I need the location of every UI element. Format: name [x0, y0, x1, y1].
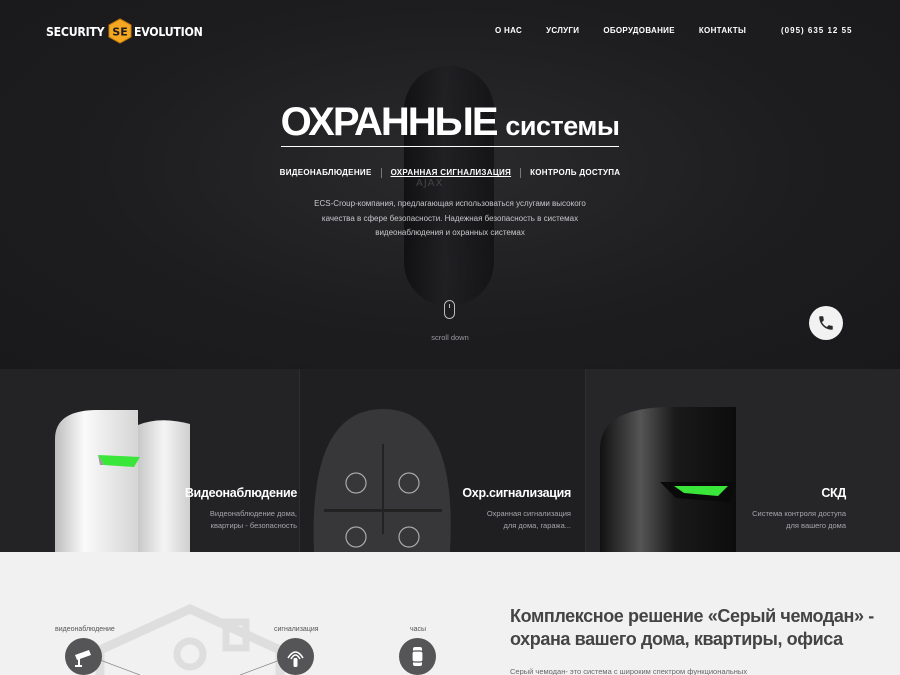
tab-alarm[interactable]: ОХРАННАЯ СИГНАЛИЗАЦИЯ — [382, 168, 520, 177]
card-access-title: СКД — [821, 486, 846, 500]
logo-text-left: SECURITY — [46, 23, 105, 39]
hero-title: ОХРАННЫЕ системы — [0, 100, 900, 147]
hero-title-light: системы — [505, 111, 620, 141]
card-video-title: Видеонаблюдение — [184, 486, 297, 500]
hero-desc-line-1: ECS-Croup-компания, предлагающая использ… — [314, 199, 586, 208]
complex-solution-text: Серый чемодан- это система с широким спе… — [510, 667, 748, 675]
card-video-desc: Видеонаблюдение дома, квартиры - безопас… — [210, 508, 297, 532]
feature-watch[interactable] — [399, 638, 436, 675]
card-access-desc-2: для вашего дома — [786, 521, 846, 530]
complex-solution-title: Комплексное решение «Серый чемодан» - ох… — [510, 605, 874, 651]
feature-label-alarm: сигнализация — [274, 626, 319, 633]
nav-about[interactable]: О НАС — [495, 26, 522, 35]
call-button[interactable] — [809, 306, 843, 340]
tab-video[interactable]: ВИДЕОНАБЛЮДЕНИЕ — [271, 168, 381, 177]
nav-services[interactable]: УСЛУГИ — [546, 26, 579, 35]
card-alarm-desc-2: для дома, гаража... — [503, 521, 571, 530]
signal-icon — [287, 651, 304, 667]
feature-video[interactable] — [65, 638, 102, 675]
tab-access[interactable]: КОНТРОЛЬ ДОСТУПА — [521, 168, 629, 177]
card-access[interactable]: СКД Система контроля доступа для вашего … — [586, 369, 900, 552]
services-cards: Видеонаблюдение Видеонаблюдение дома, кв… — [0, 369, 900, 552]
header-phone-link[interactable]: (095) 635 12 55 — [781, 26, 853, 35]
hero-description: ECS-Croup-компания, предлагающая использ… — [310, 197, 590, 241]
hero-title-bold: ОХРАННЫЕ — [280, 100, 499, 144]
phone-icon — [819, 316, 833, 330]
hero-desc-line-2: качества в сфере безопасности. Надежная … — [321, 213, 579, 223]
card-video-desc-2: квартиры - безопасность — [210, 521, 297, 530]
card-alarm-desc: Охранная сигнализация для дома, гаража..… — [487, 508, 571, 532]
logo[interactable]: SECURITY SE EVOLUTION — [46, 18, 212, 44]
complex-title-line-2: охрана вашего дома, квартиры, офиса — [510, 629, 843, 649]
card-video[interactable]: Видеонаблюдение Видеонаблюдение дома, кв… — [0, 369, 300, 552]
door-sensor-black-image — [600, 407, 736, 552]
logo-text-right: EVOLUTION — [134, 23, 203, 39]
complex-solution-section: видеонаблюдение сигнализация часы Компле… — [0, 552, 900, 675]
card-video-desc-1: Видеонаблюдение дома, — [209, 509, 297, 518]
logo-badge-letters: SE — [113, 26, 128, 39]
card-alarm-desc-1: Охранная сигнализация — [486, 509, 571, 518]
hero-tabs: ВИДЕОНАБЛЮДЕНИЕ ОХРАННАЯ СИГНАЛИЗАЦИЯ КОНТ… — [0, 168, 900, 178]
feature-alarm[interactable] — [277, 638, 314, 675]
logo-badge-icon: SE — [108, 18, 132, 44]
watch-icon — [411, 647, 424, 666]
device-mark: AJAX — [416, 178, 444, 189]
card-access-desc: Система контроля доступа для вашего дома — [752, 508, 846, 532]
main-nav: О НАС УСЛУГИ ОБОРУДОВАНИЕ КОНТАКТЫ — [495, 26, 770, 35]
nav-contacts[interactable]: КОНТАКТЫ — [699, 26, 746, 35]
hero-section: AJAX SECURITY SE EVOLUTION О НАС УСЛУГИ … — [0, 0, 900, 369]
camera-icon — [75, 650, 91, 667]
mouse-scroll-icon[interactable] — [444, 300, 455, 319]
scroll-down-label[interactable]: scroll down — [0, 333, 900, 342]
card-access-desc-1: Система контроля доступа — [752, 509, 846, 518]
card-alarm-title: Охр.сигнализация — [462, 486, 571, 500]
feature-label-watch: часы — [410, 626, 427, 633]
nav-equipment[interactable]: ОБОРУДОВАНИЕ — [603, 26, 675, 35]
feature-label-video: видеонаблюдение — [55, 626, 115, 633]
hero-desc-line-3: видеонаблюдения и охранных системах — [375, 228, 525, 237]
card-alarm[interactable]: Охр.сигнализация Охранная сигнализация д… — [300, 369, 586, 552]
complex-title-line-1: Комплексное решение «Серый чемодан» - — [510, 606, 874, 626]
